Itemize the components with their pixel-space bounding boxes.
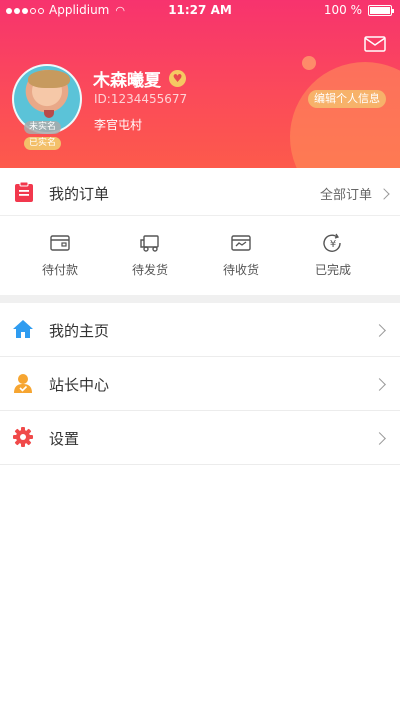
tab-label: 待发货 [131, 263, 168, 277]
all-orders-link[interactable]: 全部订单 [319, 184, 390, 203]
verified-badge: 已实名 [24, 137, 62, 150]
home-icon [13, 320, 33, 338]
tab-pending-receipt[interactable]: 待收货 [201, 233, 281, 278]
tab-label: 已完成 [314, 263, 351, 277]
edit-profile-button[interactable]: 编辑个人信息 [308, 90, 386, 108]
user-name-text: 木森曦夏 [93, 71, 161, 91]
user-id: ID:1234455677 [94, 92, 188, 106]
yuan-refresh-icon: ¥ [323, 233, 341, 252]
chevron-right-icon [378, 187, 390, 200]
order-status-tabs: 待付款 待发货 待收货 ¥ 已完成 [0, 217, 400, 295]
heart-icon: ♥ [169, 70, 186, 87]
decor-circle [290, 62, 400, 168]
profile-header: Applidium ◠ 11:27 AM 100 % 未实名 已实名 木森曦夏 … [0, 0, 400, 168]
tab-pending-payment[interactable]: 待付款 [20, 233, 100, 278]
user-name: 木森曦夏 ♥ [93, 66, 186, 91]
chevron-right-icon [373, 324, 386, 337]
user-village: 李官屯村 [94, 118, 143, 132]
unverified-badge: 未实名 [24, 121, 62, 134]
clipboard-icon [15, 181, 33, 202]
battery-percent: 100 % [323, 3, 362, 17]
menu-item-homepage[interactable]: 我的主页 [0, 303, 400, 357]
section-divider [0, 295, 400, 303]
menu-item-settings[interactable]: 设置 [0, 411, 400, 465]
person-icon [14, 374, 32, 393]
svg-text:¥: ¥ [330, 239, 336, 250]
menu-item-station-center[interactable]: 站长中心 [0, 357, 400, 411]
chevron-right-icon [373, 432, 386, 445]
menu-item-label: 设置 [49, 430, 80, 448]
tab-pending-shipment[interactable]: 待发货 [110, 233, 190, 278]
gear-icon [13, 427, 33, 447]
status-bar: Applidium ◠ 11:27 AM 100 % [0, 0, 400, 20]
box-icon [231, 235, 251, 251]
wallet-icon [50, 235, 70, 251]
my-orders-title: 我的订单 [49, 185, 110, 203]
battery-icon [368, 4, 394, 16]
menu-item-label: 站长中心 [49, 376, 110, 394]
menu-list: 我的主页 站长中心 设置 [0, 303, 400, 465]
tab-completed[interactable]: ¥ 已完成 [293, 233, 373, 278]
all-orders-label: 全部订单 [319, 188, 372, 203]
decor-dot [302, 56, 316, 70]
tab-label: 待收货 [222, 263, 259, 277]
menu-item-label: 我的主页 [49, 322, 110, 340]
my-orders-row[interactable]: 我的订单 全部订单 [0, 168, 400, 216]
chevron-right-icon [373, 378, 386, 391]
tab-label: 待付款 [41, 263, 78, 277]
mail-icon[interactable] [364, 36, 386, 52]
truck-icon [140, 235, 159, 252]
